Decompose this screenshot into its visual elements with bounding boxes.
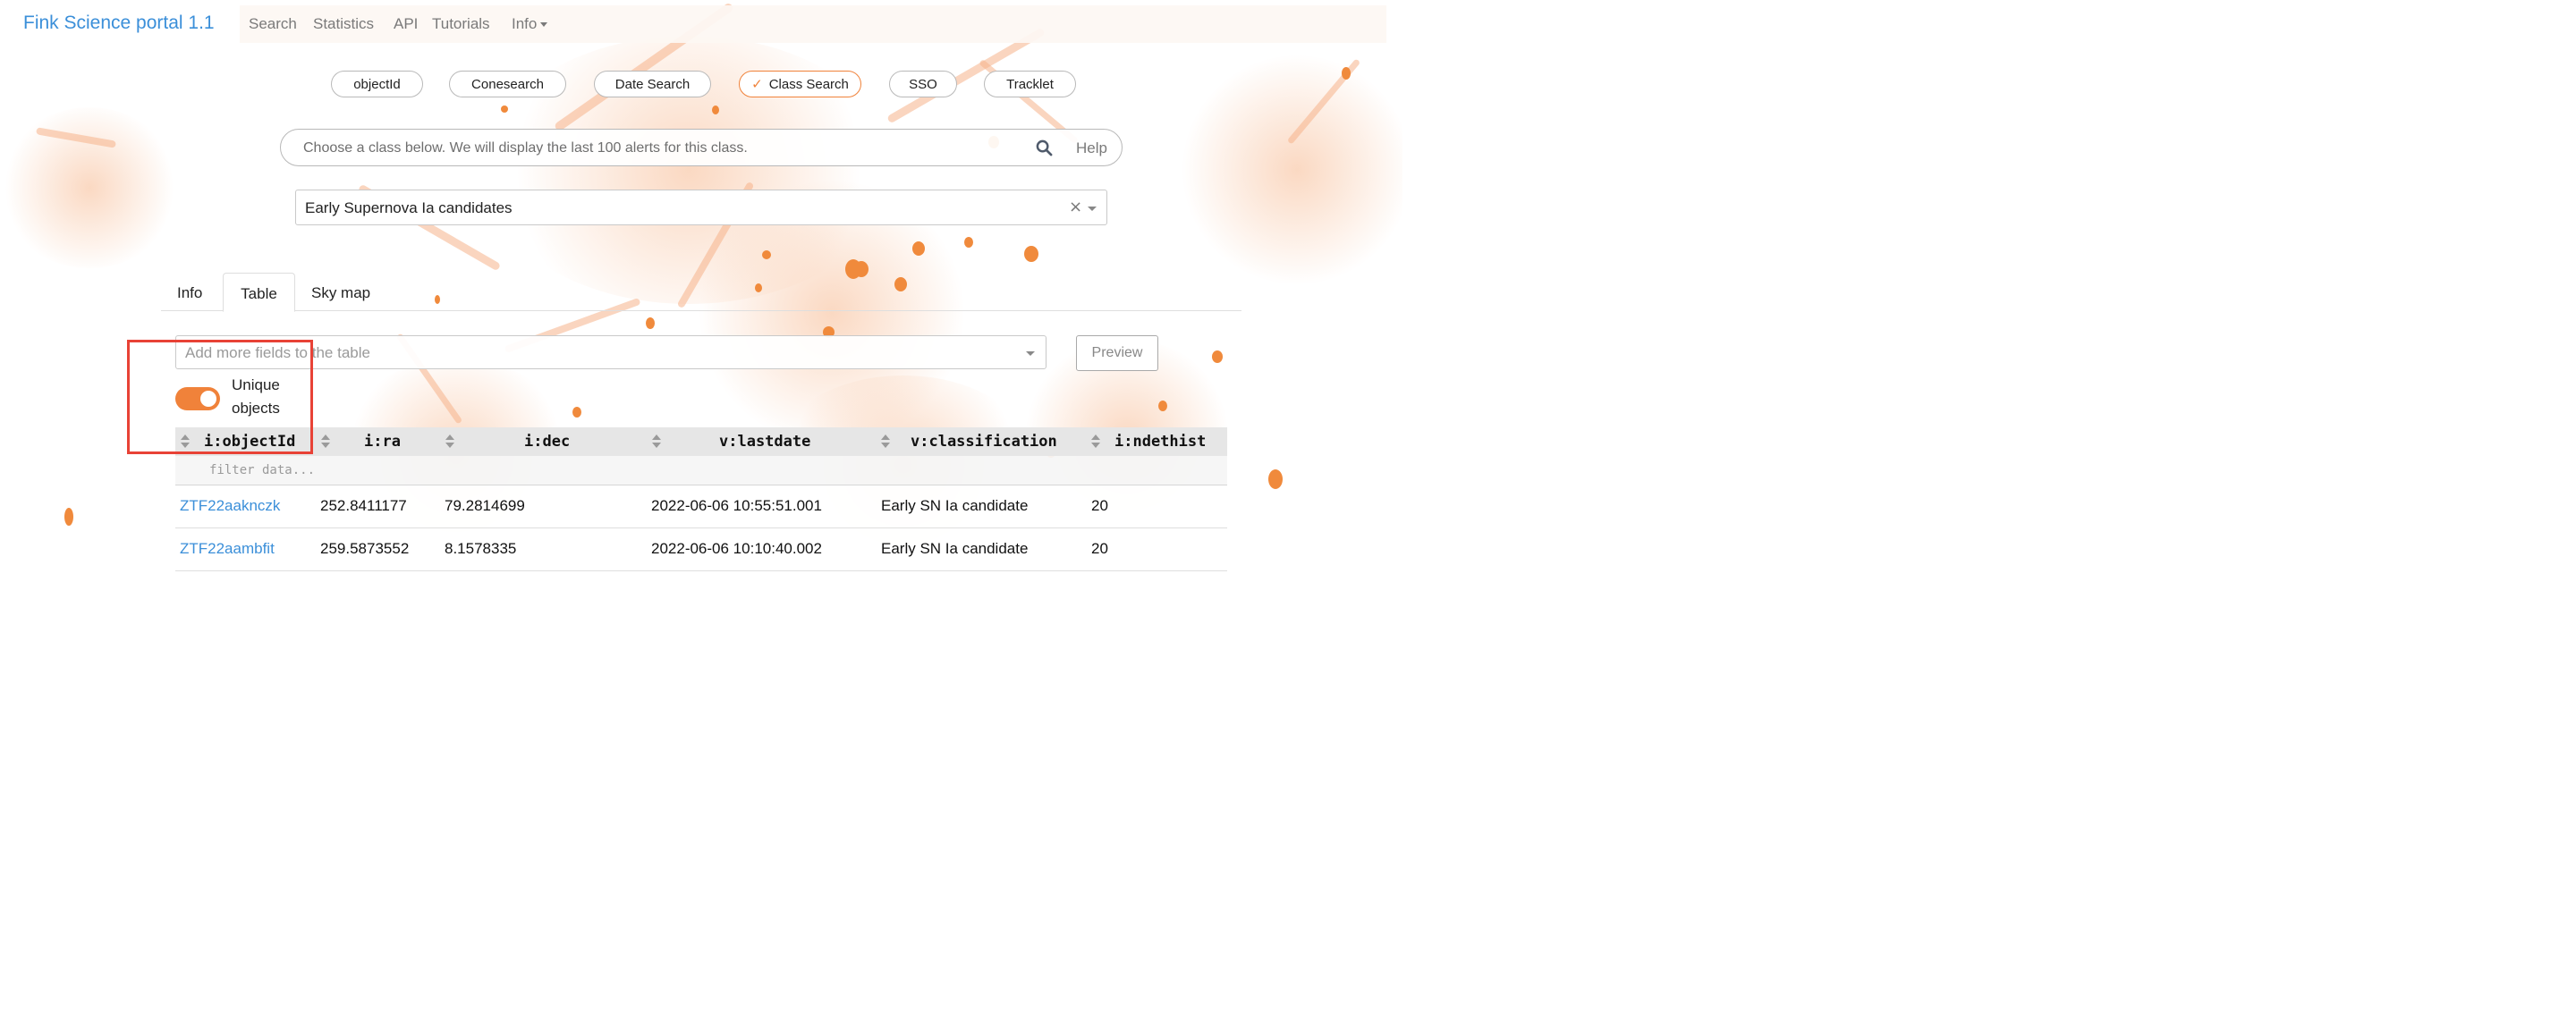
filter-row[interactable]: filter data... [175, 456, 1227, 485]
mode-sso-button[interactable]: SSO [889, 71, 957, 97]
sort-icon[interactable] [321, 435, 330, 449]
ra-cell: 259.5873552 [320, 540, 410, 557]
brand-link[interactable]: Fink Science portal 1.1 [23, 13, 215, 34]
nav-api[interactable]: API [394, 15, 418, 33]
search-bar[interactable]: Choose a class below. We will display th… [280, 129, 1123, 166]
column-header-ndethist[interactable]: i:ndethist [1114, 427, 1206, 456]
preview-button[interactable]: Preview [1076, 335, 1158, 371]
objectid-link[interactable]: ZTF22aambfit [180, 540, 275, 558]
sort-icon[interactable] [652, 435, 661, 449]
class-select-value: Early Supernova Ia candidates [305, 199, 513, 216]
objectid-link[interactable]: ZTF22aaknczk [180, 497, 280, 515]
nav-search[interactable]: Search [249, 15, 297, 33]
mode-conesearch-label: Conesearch [471, 76, 544, 92]
nav-info-dropdown[interactable]: Info [512, 15, 548, 33]
highlight-annotation [127, 340, 313, 454]
tab-info[interactable]: Info [177, 273, 202, 311]
chevron-down-icon[interactable] [1026, 351, 1035, 356]
mode-conesearch-button[interactable]: Conesearch [449, 71, 566, 97]
table-row: ZTF22aambfit 259.5873552 8.1578335 2022-… [175, 528, 1227, 571]
ndethist-cell: 20 [1091, 497, 1108, 514]
ndethist-cell: 20 [1091, 540, 1108, 557]
lastdate-cell: 2022-06-06 10:55:51.001 [651, 497, 822, 514]
tab-table[interactable]: Table [223, 273, 295, 312]
mode-sso-label: SSO [909, 76, 937, 92]
filter-input[interactable]: filter data... [209, 463, 315, 477]
dec-cell: 8.1578335 [445, 540, 517, 557]
mode-date-search-label: Date Search [614, 76, 691, 92]
nav-tutorials[interactable]: Tutorials [432, 15, 490, 33]
sort-icon[interactable] [445, 435, 454, 449]
chevron-down-icon[interactable] [1088, 207, 1097, 211]
column-header-lastdate[interactable]: v:lastdate [719, 427, 810, 456]
ra-cell: 252.8411177 [320, 497, 407, 514]
search-icon[interactable] [1036, 139, 1053, 156]
sort-icon[interactable] [881, 435, 890, 449]
check-icon: ✓ [751, 77, 763, 92]
classification-cell: Early SN Ia candidate [881, 540, 1029, 557]
table-row: ZTF22aaknczk 252.8411177 79.2814699 2022… [175, 485, 1227, 528]
mode-class-search-label: Class Search [768, 76, 849, 92]
nav-info-label: Info [512, 15, 538, 32]
help-button[interactable]: Help [1076, 139, 1107, 157]
class-select[interactable]: Early Supernova Ia candidates × [295, 190, 1107, 225]
chevron-down-icon [540, 22, 548, 28]
mode-date-search-button[interactable]: Date Search [594, 71, 711, 97]
clear-icon[interactable]: × [1069, 198, 1082, 216]
mode-tracklet-label: Tracklet [1006, 76, 1054, 92]
column-header-classification[interactable]: v:classification [911, 427, 1057, 456]
column-header-ra[interactable]: i:ra [364, 427, 401, 456]
mode-objectid-button[interactable]: objectId [331, 71, 423, 97]
lastdate-cell: 2022-06-06 10:10:40.002 [651, 540, 822, 557]
table-header: i:objectId i:ra i:dec v:lastdate v:class… [175, 427, 1227, 456]
mode-objectid-label: objectId [353, 76, 401, 92]
nav-statistics[interactable]: Statistics [313, 15, 374, 33]
classification-cell: Early SN Ia candidate [881, 497, 1029, 514]
search-input[interactable]: Choose a class below. We will display th… [303, 140, 748, 156]
mode-tracklet-button[interactable]: Tracklet [984, 71, 1076, 97]
tab-sky-map[interactable]: Sky map [311, 273, 370, 311]
dec-cell: 79.2814699 [445, 497, 525, 514]
column-header-dec[interactable]: i:dec [524, 427, 570, 456]
mode-class-search-button[interactable]: ✓ Class Search [739, 71, 861, 97]
sort-icon[interactable] [1091, 435, 1100, 449]
